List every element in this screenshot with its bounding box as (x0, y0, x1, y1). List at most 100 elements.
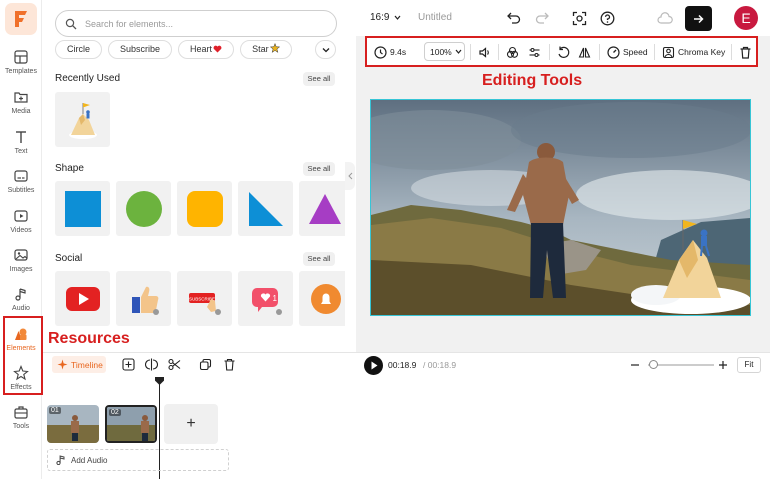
delete-button[interactable] (739, 44, 752, 60)
duplicate-button[interactable] (198, 357, 213, 372)
timeline-label: Timeline (71, 359, 103, 370)
chevron-left-icon (347, 172, 352, 180)
rail-videos[interactable]: Videos (0, 206, 42, 244)
text-icon (16, 131, 26, 143)
toolbar-divider (599, 44, 600, 60)
rail-text[interactable]: Text (0, 127, 42, 165)
chip-heart[interactable]: Heart (178, 40, 235, 59)
add-audio-label: Add Audio (71, 455, 108, 465)
export-button[interactable] (685, 6, 712, 31)
timeline-delete-button[interactable] (222, 357, 237, 372)
zoom-slider-handle[interactable] (649, 360, 658, 369)
star-icon (269, 42, 280, 54)
rail-label: Videos (10, 227, 32, 234)
zoom-value: 100% (430, 46, 452, 57)
recent-element-tile[interactable] (55, 92, 110, 147)
aspect-ratio-select[interactable]: 16:9 (370, 12, 401, 23)
duration-button[interactable]: 9.4s (374, 44, 406, 60)
left-rail: Templates Media Text Subtitles Videos Im… (0, 0, 42, 479)
volume-button[interactable] (478, 44, 491, 60)
rotate-button[interactable] (557, 44, 570, 60)
rail-media[interactable]: Media (0, 87, 42, 125)
rail-subtitles[interactable]: Subtitles (0, 166, 42, 204)
social-notification-tile[interactable]: 1 (238, 271, 293, 326)
project-title[interactable]: Untitled (418, 12, 452, 23)
purple-triangle-shape (309, 193, 341, 224)
chip-label: Circle (67, 44, 91, 54)
toolbar-divider (549, 44, 550, 60)
zoom-select[interactable]: 100% (424, 42, 465, 61)
toolbar-divider (654, 44, 655, 60)
rail-tools[interactable]: Tools (0, 402, 42, 440)
social-bell-tile[interactable] (299, 271, 345, 326)
timeline-toggle[interactable]: Timeline (52, 356, 106, 373)
zoom-in-button[interactable] (715, 357, 730, 372)
panel-collapse-handle[interactable] (345, 162, 355, 190)
help-button[interactable] (598, 9, 616, 27)
shape-circle-tile[interactable] (116, 181, 171, 236)
cut-button[interactable] (167, 357, 182, 372)
filter-chips: Circle Subscribe Heart Star (55, 40, 292, 59)
chip-star[interactable]: Star (240, 40, 292, 59)
cloud-save-button[interactable] (656, 9, 674, 27)
flip-button[interactable] (578, 44, 591, 60)
chroma-key-button[interactable]: Chroma Key (662, 44, 725, 60)
adjust-button[interactable] (528, 44, 541, 60)
shape-see-all[interactable]: See all (303, 162, 335, 176)
search-input[interactable] (85, 18, 315, 29)
video-clip-1[interactable]: 01 (47, 405, 99, 443)
chip-subscribe[interactable]: Subscribe (108, 40, 173, 59)
social-subscribe-tile[interactable]: SUBSCRIBE (177, 271, 232, 326)
images-icon (14, 249, 28, 261)
video-canvas[interactable] (370, 99, 751, 316)
social-title: Social (55, 253, 83, 264)
play-button[interactable] (364, 356, 383, 375)
zoom-out-button[interactable] (627, 357, 642, 372)
add-audio-button[interactable]: Add Audio (47, 449, 229, 471)
undo-button[interactable] (505, 9, 523, 27)
music-note-icon (56, 455, 65, 465)
speed-label: Speed (623, 47, 648, 57)
recently-used-see-all[interactable]: See all (303, 72, 335, 86)
shape-square-tile[interactable] (55, 181, 110, 236)
rail-images[interactable]: Images (0, 245, 42, 283)
clock-icon (374, 45, 387, 59)
scissors-icon (168, 358, 181, 371)
fit-button[interactable]: Fit (737, 357, 761, 373)
video-clip-2[interactable]: 02 (105, 405, 157, 443)
redo-icon (535, 12, 549, 24)
chevron-down-icon (455, 49, 462, 54)
avatar[interactable]: E (734, 6, 758, 30)
duration-value: 9.4s (390, 47, 407, 57)
heart-icon (213, 45, 222, 53)
logo-icon (15, 11, 27, 27)
filter-button[interactable] (506, 44, 519, 60)
chevron-down-icon (322, 47, 329, 52)
elements-panel: Circle Subscribe Heart Star Recently Use… (43, 0, 345, 352)
subscribe-button-graphic: SUBSCRIBE (188, 292, 221, 315)
shape-triangle-tile[interactable] (238, 181, 293, 236)
playhead-handle[interactable] (155, 377, 164, 385)
chip-circle[interactable]: Circle (55, 40, 103, 59)
preview-button[interactable] (570, 9, 588, 27)
rail-templates[interactable]: Templates (0, 47, 42, 85)
rail-label: Templates (5, 68, 37, 75)
speed-button[interactable]: Speed (607, 44, 648, 60)
toolbar-divider (731, 44, 732, 60)
right-triangle-shape (248, 191, 283, 226)
screen-capture-icon (572, 11, 586, 25)
add-track-button[interactable] (121, 357, 136, 372)
redo-button[interactable] (533, 9, 551, 27)
add-clip-button[interactable]: + (164, 404, 218, 444)
shape-rounded-square-tile[interactable] (177, 181, 232, 236)
trash-icon (740, 46, 751, 59)
social-like-tile[interactable] (116, 271, 171, 326)
app-logo[interactable] (5, 3, 37, 35)
social-youtube-tile[interactable] (55, 271, 110, 326)
social-see-all[interactable]: See all (303, 252, 335, 266)
split-button[interactable] (144, 357, 159, 372)
video-frame-hiker-scene (371, 100, 750, 315)
shape-purple-triangle-tile[interactable] (299, 181, 345, 236)
chips-more-button[interactable] (315, 40, 336, 59)
rounded-square-shape (186, 190, 223, 227)
